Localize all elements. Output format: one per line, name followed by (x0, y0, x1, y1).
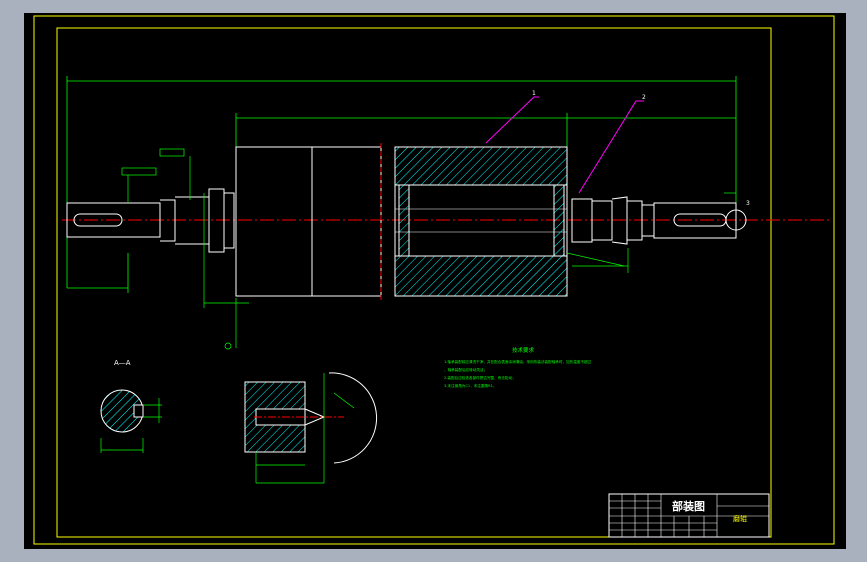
technical-requirements: 技术要求 1.轴承装配前应清洗干净，并在配合表面涂润滑油，采用热装法装配轴承时，… (444, 346, 592, 388)
tech-item-3: 2.装配后应检查各部件是否完整，有无松动； (444, 375, 516, 380)
cad-viewport[interactable]: 1 2 3 A—A 技术要求 1.轴承装配前应清洗干净，并在配合表面涂润滑油，采… (0, 0, 867, 562)
tech-heading: 技术要求 (512, 346, 535, 354)
section-label: A—A (114, 359, 131, 367)
tech-item-1: 1.轴承装配前应清洗干净，并在配合表面涂润滑油，采用热装法装配轴承时，加热温度不… (444, 359, 592, 364)
assembly-drawing: 1 2 3 A—A 技术要求 1.轴承装配前应清洗干净，并在配合表面涂润滑油，采… (33, 15, 835, 545)
drawing-canvas[interactable]: 1 2 3 A—A 技术要求 1.轴承装配前应清洗干净，并在配合表面涂润滑油，采… (24, 13, 846, 549)
detail-view (244, 372, 377, 484)
tech-item-4: 3.未注倒角为C1，未注圆角R1。 (444, 383, 497, 388)
balloon-1: 1 (532, 90, 536, 97)
drawing-title: 部装图 (672, 499, 705, 513)
title-block[interactable]: 部装图 磨辊 (608, 493, 770, 538)
balloon-2: 2 (642, 94, 646, 101)
roller-body-left (235, 143, 382, 300)
part-name: 磨辊 (733, 514, 747, 523)
tech-item-2: ，轴承装配后应转动灵活； (444, 367, 487, 372)
section-view-aa: A—A (100, 359, 162, 453)
roller-body-section (394, 146, 568, 297)
balloon-3: 3 (746, 200, 750, 207)
